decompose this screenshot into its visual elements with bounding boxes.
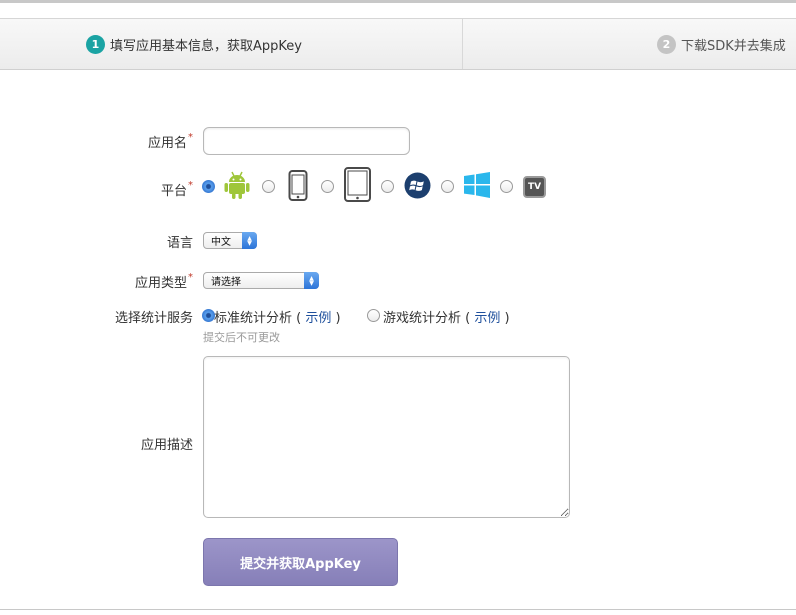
platform-radio-android[interactable] xyxy=(202,180,215,193)
step-1-number: 1 xyxy=(86,34,105,54)
steps-bar: 1 填写应用基本信息，获取AppKey 2 下载SDK并去集成 xyxy=(0,18,796,70)
app-name-label-text: 应用名 xyxy=(147,136,187,151)
android-icon[interactable] xyxy=(224,170,250,200)
bottom-divider xyxy=(0,609,796,610)
required-mark: * xyxy=(188,180,193,191)
platform-radio-windows[interactable] xyxy=(441,180,454,193)
platform-label-text: 平台 xyxy=(160,184,187,199)
service-option-standard-label: 标准统计分析 xyxy=(214,311,293,326)
platform-radio-iphone[interactable] xyxy=(262,180,275,193)
paren-open: ( xyxy=(292,311,306,326)
step-2-label: 下载SDK并去集成 xyxy=(681,38,786,54)
service-hint: 提交后不可更改 xyxy=(203,331,280,344)
paren-open: ( xyxy=(461,311,475,326)
step-1: 1 填写应用基本信息，获取AppKey xyxy=(86,19,302,69)
platform-radio-ipad[interactable] xyxy=(321,180,334,193)
submit-button[interactable]: 提交并获取AppKey xyxy=(203,538,398,586)
description-label: 应用描述 xyxy=(140,438,193,453)
windows-phone-icon[interactable] xyxy=(404,172,431,199)
app-name-input[interactable] xyxy=(203,127,410,155)
platform-radio-tv[interactable] xyxy=(500,180,513,193)
description-textarea[interactable] xyxy=(203,356,570,518)
paren-close: ) xyxy=(500,311,510,326)
language-select[interactable]: 中文 ▲ ▼ xyxy=(203,232,257,249)
standard-example-link[interactable]: 示例 xyxy=(305,311,331,326)
ipad-icon[interactable] xyxy=(344,167,371,202)
app-name-label: 应用名* xyxy=(148,132,193,151)
windows-icon[interactable] xyxy=(464,172,490,198)
app-type-select-value: 请选择 xyxy=(211,277,241,288)
language-label: 语言 xyxy=(166,236,193,251)
service-radio-game[interactable] xyxy=(367,309,380,322)
select-arrows-icon: ▲ ▼ xyxy=(304,272,319,289)
service-option-game: 游戏统计分析 ( 示例 ) xyxy=(383,307,510,326)
service-label: 选择统计服务 xyxy=(114,311,193,326)
step-1-label: 填写应用基本信息，获取AppKey xyxy=(110,38,302,54)
paren-close: ) xyxy=(331,311,341,326)
required-mark: * xyxy=(188,272,193,283)
tv-icon[interactable]: TV xyxy=(523,176,546,198)
platform-radio-windows-phone[interactable] xyxy=(381,180,394,193)
platform-label: 平台* xyxy=(161,180,193,199)
app-type-select[interactable]: 请选择 ▲ ▼ xyxy=(203,272,319,289)
top-divider xyxy=(0,0,796,3)
step-divider xyxy=(462,19,463,69)
step-2-number: 2 xyxy=(657,34,676,54)
language-select-value: 中文 xyxy=(211,237,231,248)
select-arrows-icon: ▲ ▼ xyxy=(242,232,257,249)
game-example-link[interactable]: 示例 xyxy=(474,311,500,326)
service-option-standard: 标准统计分析 ( 示例 ) xyxy=(214,307,341,326)
app-type-label-text: 应用类型 xyxy=(134,276,187,291)
step-2: 2 下载SDK并去集成 xyxy=(657,19,786,69)
app-type-label: 应用类型* xyxy=(135,272,193,291)
tv-icon-label: TV xyxy=(523,176,546,198)
iphone-icon[interactable] xyxy=(288,170,308,201)
service-option-game-label: 游戏统计分析 xyxy=(383,311,462,326)
required-mark: * xyxy=(188,132,193,143)
